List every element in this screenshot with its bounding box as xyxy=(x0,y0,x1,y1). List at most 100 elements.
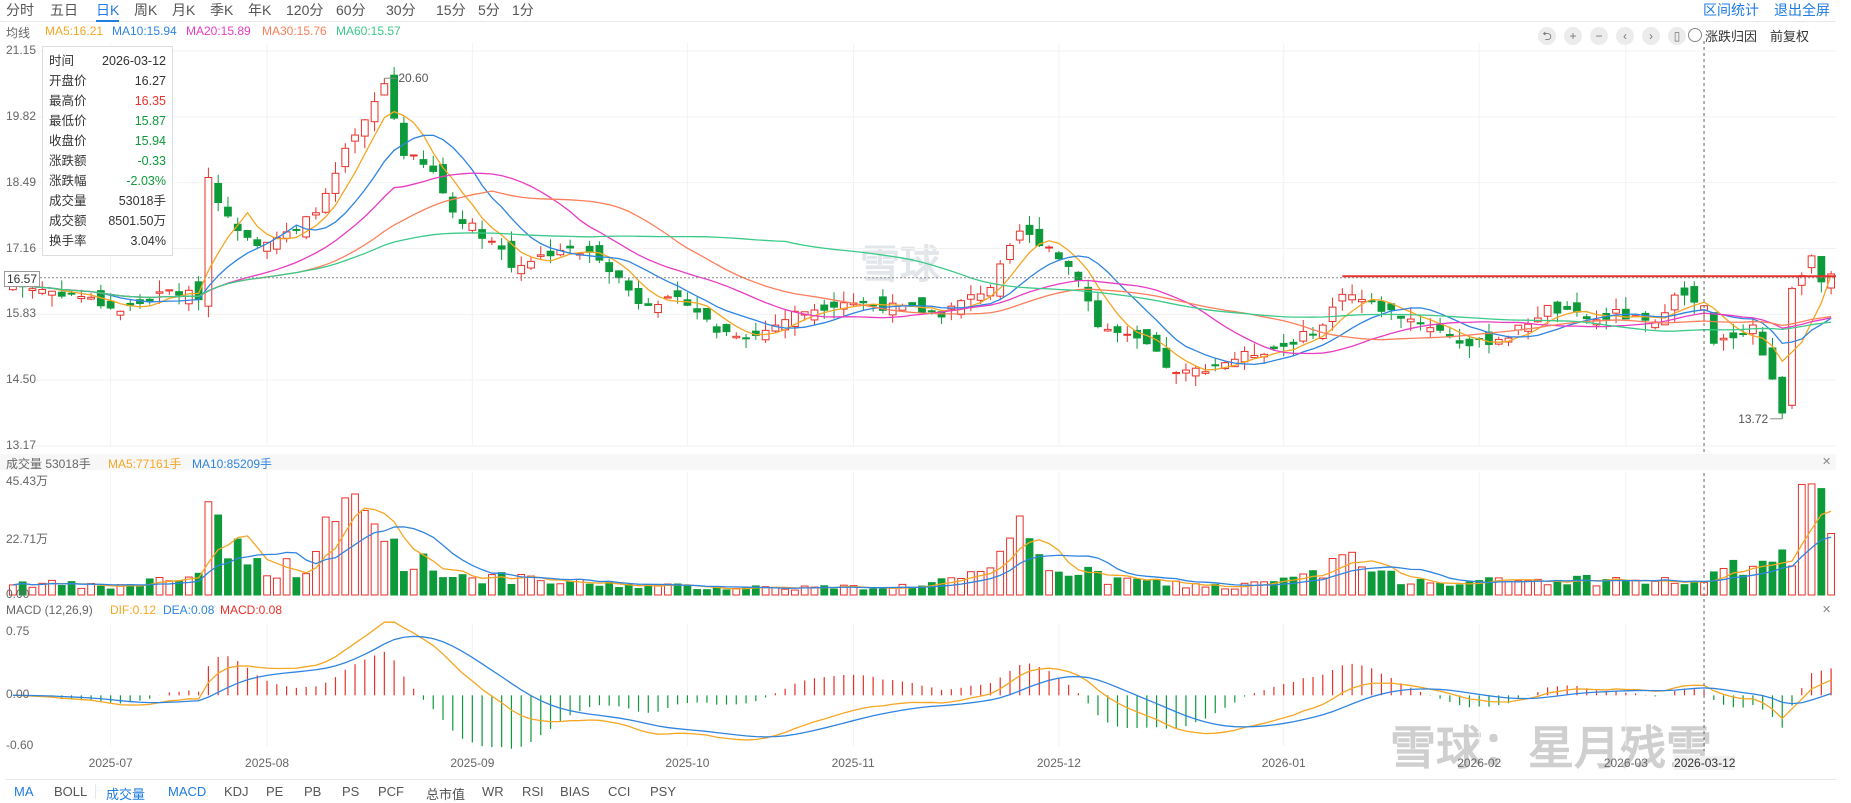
candle-body xyxy=(732,335,741,339)
volume-bar xyxy=(400,571,408,596)
volume-bar xyxy=(478,583,486,596)
volume-bar xyxy=(908,586,917,596)
volume-bar xyxy=(830,588,838,596)
tooltip-key: 成交量 xyxy=(49,194,87,208)
tooltip-value: 3.04% xyxy=(130,234,166,248)
axis-tick-label: 22.71万 xyxy=(6,531,49,546)
volume-bar xyxy=(1680,584,1689,596)
volume-bar xyxy=(712,586,721,596)
date-tick-label: 2026-03 xyxy=(1603,756,1648,770)
indicator-tab-14[interactable]: PSY xyxy=(650,784,676,799)
candle-body xyxy=(1563,305,1572,310)
dea-legend: DEA:0.08 xyxy=(163,603,215,617)
volume-bar xyxy=(634,588,643,596)
volume-bar xyxy=(1504,580,1513,596)
indicator-tab-8[interactable]: PCF xyxy=(378,784,404,799)
volume-bar xyxy=(527,575,535,596)
indicator-tab-1[interactable]: BOLL xyxy=(54,784,97,799)
volume-bar xyxy=(683,585,692,596)
candle-body xyxy=(830,301,838,308)
volume-bar xyxy=(1318,577,1327,596)
axis-tick-label: 0.75 xyxy=(6,624,30,638)
candle-body xyxy=(302,216,311,238)
volume-bar xyxy=(1211,583,1220,596)
candle-body xyxy=(478,229,486,239)
volume-bar xyxy=(1592,585,1601,596)
date-tick-label: 2025-12 xyxy=(1036,756,1081,770)
candle-body xyxy=(1006,245,1014,260)
volume-bar xyxy=(1582,574,1591,596)
indicator-tab-12[interactable]: BIAS xyxy=(560,784,590,799)
candle-body xyxy=(1436,324,1444,331)
indicator-tab-11[interactable]: RSI xyxy=(522,784,544,799)
volume-bar xyxy=(419,553,428,596)
indicator-tab-9[interactable]: 总市值 xyxy=(426,784,465,803)
volume-bar xyxy=(77,587,86,596)
date-tick-label: 2026-01 xyxy=(1261,756,1306,770)
close-volume-panel-icon[interactable]: ✕ xyxy=(1822,455,1831,468)
volume-bar xyxy=(1709,571,1718,596)
candle-body xyxy=(87,296,95,300)
volume-bar xyxy=(1142,580,1151,596)
candle-body xyxy=(419,159,428,165)
volume-bar xyxy=(1768,561,1777,596)
volume-bar xyxy=(96,585,105,596)
candle-body xyxy=(536,254,545,257)
candle-body xyxy=(517,264,526,275)
volume-bar xyxy=(1641,583,1650,596)
candle-body xyxy=(1377,300,1386,312)
candle-body xyxy=(1426,327,1435,333)
indicator-tab-7[interactable]: PS xyxy=(342,784,359,799)
axis-tick-label: 21.15 xyxy=(6,43,37,57)
volume-bar xyxy=(1299,573,1308,596)
volume-bar xyxy=(1201,586,1210,596)
volume-bar xyxy=(1348,551,1357,596)
volume-bar xyxy=(947,577,956,596)
volume-bar xyxy=(1172,580,1181,596)
volume-bar xyxy=(898,583,907,596)
indicator-tab-5[interactable]: PE xyxy=(266,784,283,799)
candle-body xyxy=(77,296,86,300)
volume-bar xyxy=(536,580,545,596)
axis-tick-label: 19.82 xyxy=(6,108,37,123)
candle-body xyxy=(1397,315,1405,319)
extreme-label: 13.72 xyxy=(1738,412,1768,426)
candle-body xyxy=(360,119,369,137)
volume-bar xyxy=(859,589,868,596)
tooltip-row: 时间 2026-03-12 xyxy=(49,51,166,71)
candle-body xyxy=(145,298,154,302)
candle-body xyxy=(712,326,721,333)
candle-body xyxy=(175,291,183,296)
candle-body xyxy=(1162,347,1171,368)
volume-bar xyxy=(1054,571,1063,596)
kline-chart[interactable]: 20.60 13.72 xyxy=(0,0,1851,799)
volume-bar xyxy=(1064,575,1073,596)
candle-body xyxy=(566,245,574,249)
indicator-tab-13[interactable]: CCI xyxy=(608,784,630,799)
candle-body xyxy=(1465,338,1474,347)
indicator-tab-10[interactable]: WR xyxy=(482,784,504,799)
volume-bar xyxy=(1152,579,1161,596)
volume-bar xyxy=(996,550,1005,596)
tooltip-row: 开盘价 16.27 xyxy=(49,71,166,91)
candle-body xyxy=(703,307,711,320)
volume-bar xyxy=(1133,578,1141,596)
indicator-tab-4[interactable]: KDJ xyxy=(224,784,249,799)
close-macd-panel-icon[interactable]: ✕ xyxy=(1822,603,1831,616)
indicator-tab-3[interactable]: MACD xyxy=(168,784,206,799)
candle-body xyxy=(644,303,653,306)
tooltip-value: -2.03% xyxy=(126,174,166,188)
axis-tick-label: 0.00 xyxy=(6,687,30,702)
volume-bar xyxy=(791,589,799,596)
date-tick-label: 2026-03-12 xyxy=(1674,756,1736,770)
indicator-tab-0[interactable]: MA xyxy=(14,784,34,799)
candle-body xyxy=(654,304,662,314)
date-tick-label: 2025-08 xyxy=(245,756,290,770)
volume-bar xyxy=(1524,580,1532,596)
tooltip-key: 换手率 xyxy=(49,234,87,248)
volume-bar xyxy=(1123,577,1132,596)
volume-bar xyxy=(1788,565,1796,596)
indicator-tab-6[interactable]: PB xyxy=(304,784,321,799)
indicator-tab-2[interactable]: 成交量 xyxy=(106,784,145,803)
candle-body xyxy=(57,291,66,297)
